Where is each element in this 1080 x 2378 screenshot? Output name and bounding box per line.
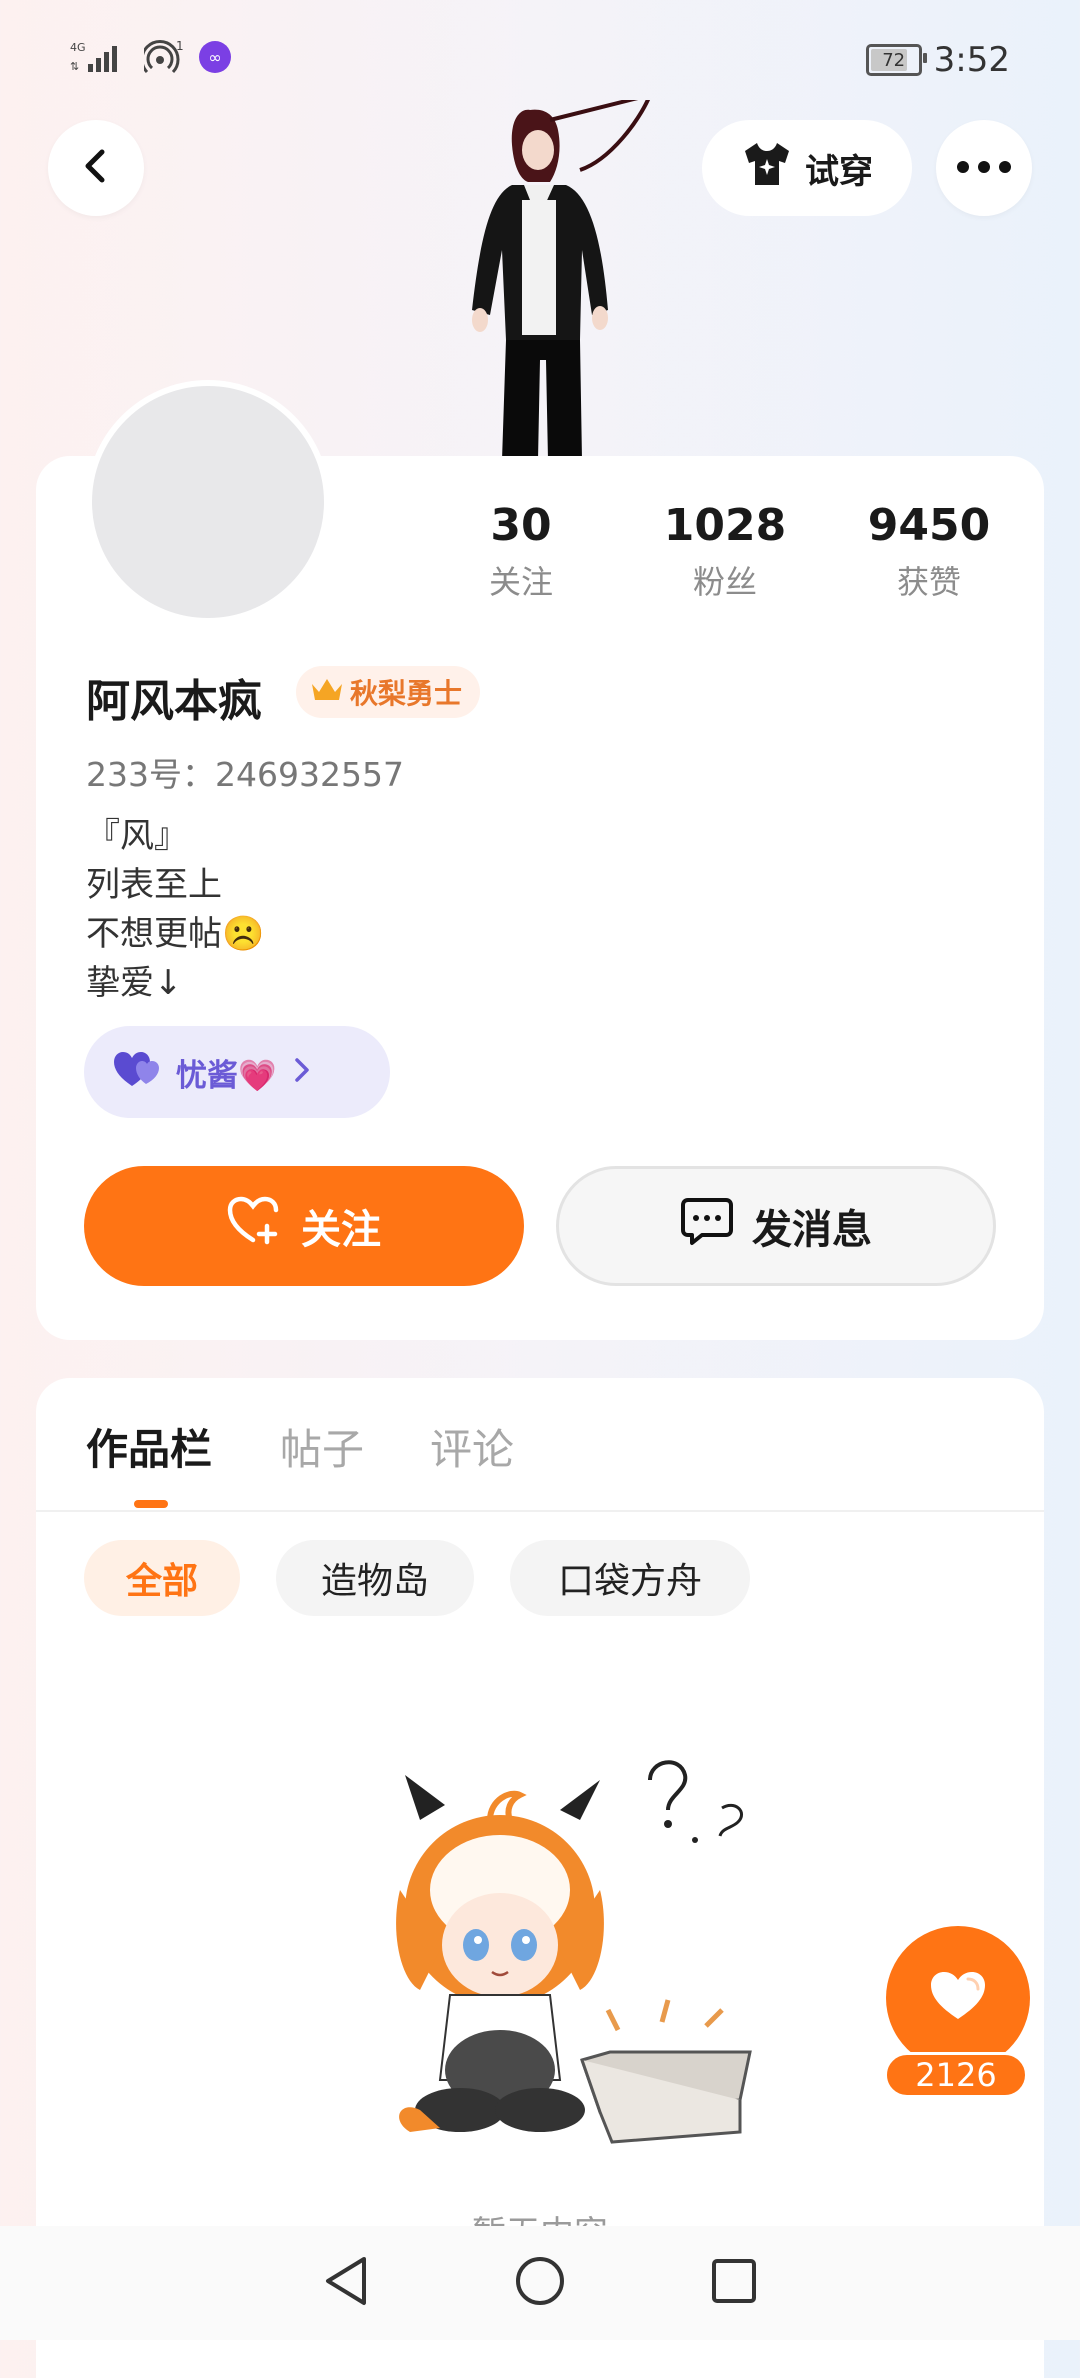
system-nav-bar bbox=[0, 2226, 1080, 2340]
filter-pocket-ark[interactable]: 口袋方舟 bbox=[510, 1540, 750, 1616]
filter-all[interactable]: 全部 bbox=[84, 1540, 240, 1616]
heart-plus-icon bbox=[227, 1196, 283, 1256]
filter-creation-island[interactable]: 造物岛 bbox=[276, 1540, 474, 1616]
message-button[interactable]: 发消息 bbox=[556, 1166, 996, 1286]
username: 阿风本疯 bbox=[86, 676, 262, 727]
follow-label: 关注 bbox=[301, 1207, 381, 1253]
like-count: 2126 bbox=[884, 2052, 1028, 2098]
nav-back-icon[interactable] bbox=[322, 2255, 370, 2311]
bio-line: 『风』 bbox=[86, 816, 188, 856]
title-badge[interactable]: 秋梨勇士 bbox=[296, 666, 481, 718]
battery-icon: 72 bbox=[865, 44, 927, 76]
svg-text:4G: 4G bbox=[70, 41, 86, 54]
chevron-right-icon bbox=[289, 1056, 313, 1088]
nav-home-icon[interactable] bbox=[514, 2255, 566, 2311]
like-button[interactable] bbox=[886, 1926, 1030, 2070]
stat-label: 关注 bbox=[488, 563, 553, 601]
avatar-3d-character bbox=[410, 92, 670, 460]
bio: 『风』 列表至上 不想更帖☹️ 挚爱↓ bbox=[86, 812, 264, 1008]
tryon-label: 试穿 bbox=[805, 151, 873, 192]
tab-comments[interactable]: 评论 bbox=[430, 1416, 514, 1477]
hotspot-icon: 1 bbox=[140, 39, 184, 78]
stat-label: 获赞 bbox=[896, 563, 961, 601]
stat-followers[interactable]: 1028 粉丝 bbox=[650, 500, 800, 603]
app-notification-icon: ∞ bbox=[198, 40, 232, 78]
svg-text:1: 1 bbox=[176, 40, 184, 53]
divider bbox=[36, 1510, 1044, 1512]
svg-text:⇅: ⇅ bbox=[70, 60, 79, 73]
tab-posts[interactable]: 帖子 bbox=[280, 1416, 364, 1477]
club-chip[interactable]: 忧酱💗 bbox=[84, 1026, 390, 1118]
signal-icon: 4G ⇅ bbox=[70, 40, 130, 78]
stat-label: 粉丝 bbox=[692, 563, 757, 601]
active-tab-indicator bbox=[134, 1500, 168, 1508]
more-dots-icon bbox=[956, 159, 1012, 178]
follow-button[interactable]: 关注 bbox=[84, 1166, 524, 1286]
title-badge-label: 秋梨勇士 bbox=[350, 677, 463, 710]
stat-value: 30 bbox=[490, 500, 552, 551]
stat-value: 1028 bbox=[663, 500, 787, 551]
message-label: 发消息 bbox=[752, 1207, 872, 1253]
more-options-button[interactable] bbox=[936, 120, 1032, 216]
crown-icon bbox=[310, 676, 344, 709]
back-button[interactable] bbox=[48, 120, 144, 216]
status-indicators: 4G ⇅ 1 ∞ bbox=[70, 39, 232, 78]
chevron-left-icon bbox=[76, 146, 116, 190]
stat-following[interactable]: 30 关注 bbox=[446, 500, 596, 603]
heart-icon bbox=[928, 1969, 988, 2027]
nav-recents-icon[interactable] bbox=[710, 2257, 758, 2309]
avatar[interactable] bbox=[86, 380, 330, 624]
bio-line: 不想更帖☹️ bbox=[86, 914, 265, 954]
status-right: 72 3:52 bbox=[865, 40, 1010, 80]
bio-line: 列表至上 bbox=[86, 865, 222, 905]
tab-works[interactable]: 作品栏 bbox=[86, 1416, 212, 1477]
chat-bubble-icon bbox=[680, 1196, 734, 1256]
tshirt-icon bbox=[741, 141, 793, 196]
stat-value: 9450 bbox=[867, 500, 991, 551]
bio-line: 挚爱↓ bbox=[86, 963, 183, 1003]
clock: 3:52 bbox=[933, 40, 1010, 80]
user-id: 233号：246932557 bbox=[86, 755, 404, 794]
svg-text:∞: ∞ bbox=[208, 48, 221, 67]
double-heart-icon bbox=[112, 1050, 164, 1094]
empty-state-illustration bbox=[350, 1740, 770, 2150]
stat-likes[interactable]: 9450 获赞 bbox=[854, 500, 1004, 603]
tryon-button[interactable]: 试穿 bbox=[702, 120, 912, 216]
club-name: 忧酱💗 bbox=[176, 1057, 277, 1094]
